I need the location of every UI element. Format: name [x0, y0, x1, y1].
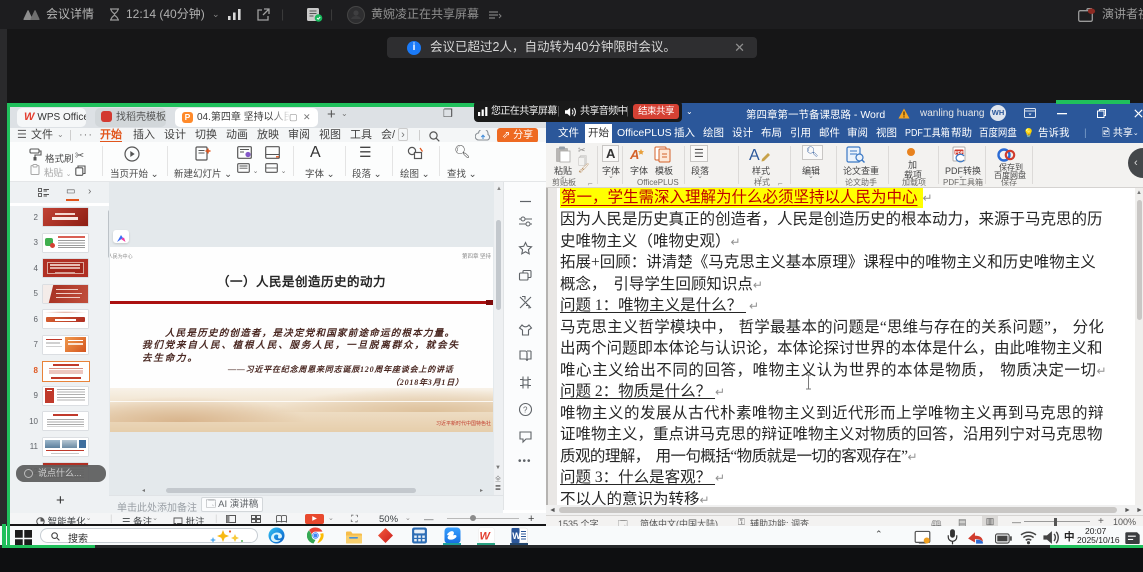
svg-text:W: W	[480, 531, 492, 543]
svg-text:?: ?	[523, 406, 528, 415]
svg-text:W: W	[512, 531, 521, 541]
svg-text:A: A	[629, 147, 639, 162]
svg-text:A: A	[749, 147, 760, 164]
